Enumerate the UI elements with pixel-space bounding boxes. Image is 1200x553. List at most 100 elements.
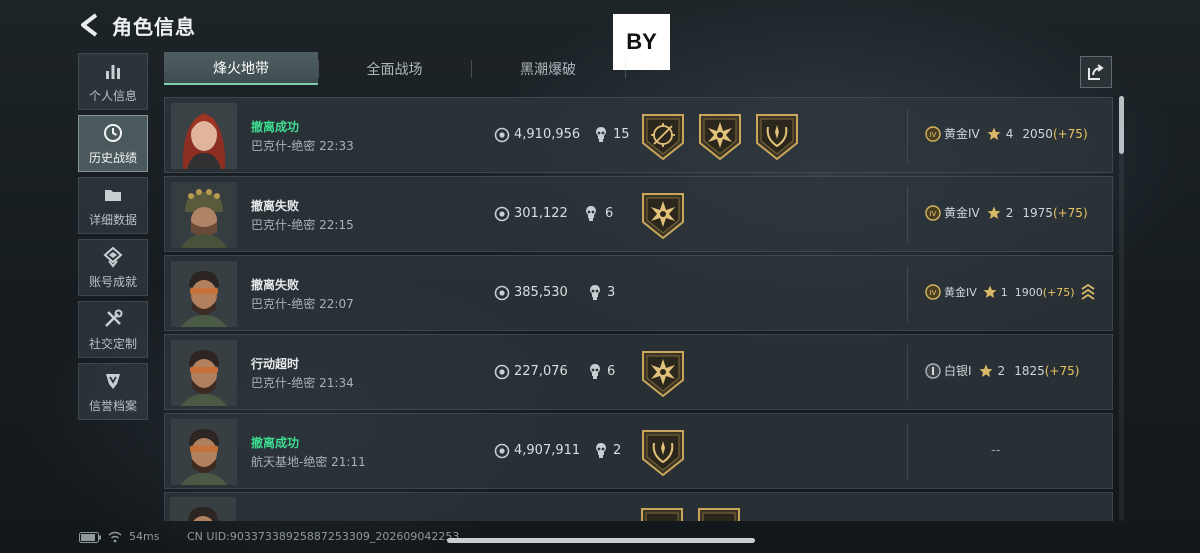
svg-text:IV: IV xyxy=(930,289,937,297)
match-row[interactable]: 撤离失败 巴克什-绝密 22:15 301,122 6 IV 黄金IV 2 19… xyxy=(164,176,1113,252)
match-map-time: 巴克什-绝密 22:15 xyxy=(251,218,354,232)
burst-badge-icon xyxy=(641,350,685,398)
match-status: 行动超时 xyxy=(251,357,300,371)
match-row[interactable]: 撤离成功 航天基地-绝密 21:11 4,907,911 2 -- xyxy=(164,413,1113,489)
tab-black-tide[interactable]: 黑潮爆破 xyxy=(471,52,625,85)
rank-info: IV 黄金IV 2 1975 (+75) xyxy=(925,204,1105,221)
avatar xyxy=(171,340,237,406)
divider xyxy=(907,345,908,401)
laurel-badge-icon xyxy=(697,507,741,521)
rank-stars: 2 xyxy=(1005,205,1014,220)
star-icon xyxy=(987,206,1001,219)
sidebar-item-personal-info[interactable]: 个人信息 xyxy=(78,53,148,110)
match-row[interactable] xyxy=(164,492,1113,521)
match-row[interactable]: 撤离失败 巴克什-绝密 22:07 385,530 3 IV 黄金IV 1 19… xyxy=(164,255,1113,331)
rank-info: IV 黄金IV 4 2050 (+75) xyxy=(925,125,1105,142)
match-map-time: 航天基地-绝密 21:11 xyxy=(251,455,366,469)
rank-stars: 4 xyxy=(1005,126,1014,141)
rank-name: 白银I xyxy=(944,364,972,378)
rank-placeholder: -- xyxy=(991,443,1001,458)
clock-icon xyxy=(104,123,122,142)
sidebar-item-label: 详细数据 xyxy=(88,212,137,227)
rank-info: 白银I 2 1825 (+75) xyxy=(925,362,1105,379)
rank-name: 黄金IV xyxy=(944,127,980,141)
match-status: 撤离成功 xyxy=(251,120,300,134)
avatar xyxy=(171,103,237,169)
folder-icon xyxy=(105,189,121,201)
divider xyxy=(907,108,908,164)
rank-stars: 2 xyxy=(997,363,1006,378)
sidebar-item-social-custom[interactable]: 社交定制 xyxy=(78,301,148,358)
match-row-clip xyxy=(164,492,1113,521)
home-indicator[interactable] xyxy=(447,538,755,543)
rank-delta: (+75) xyxy=(1042,285,1075,299)
gold-rank-icon: IV xyxy=(925,204,941,221)
match-value: 4,907,911 xyxy=(514,443,581,458)
svg-text:IV: IV xyxy=(930,210,937,218)
scrollbar-track[interactable] xyxy=(1119,96,1124,521)
ping-readout: 54ms xyxy=(129,530,160,543)
tab-divider xyxy=(625,60,626,78)
star-icon xyxy=(987,127,1001,140)
svg-text:IV: IV xyxy=(930,131,937,139)
share-button[interactable] xyxy=(1080,56,1112,88)
tab-fenghuo[interactable]: 烽火地带 xyxy=(164,52,318,85)
sidebar-item-detailed-data[interactable]: 详细数据 xyxy=(78,177,148,234)
sidebar-item-reputation[interactable]: 信誉档案 xyxy=(78,363,148,420)
match-map-time: 巴克什-绝密 22:07 xyxy=(251,297,354,311)
rank-name: 黄金IV xyxy=(944,286,977,299)
coin-icon xyxy=(494,206,510,222)
avatar xyxy=(171,182,237,248)
divider xyxy=(907,424,908,480)
match-map-time: 巴克什-绝密 21:34 xyxy=(251,376,354,390)
skull-icon xyxy=(586,206,596,221)
scrollbar-thumb[interactable] xyxy=(1119,96,1124,154)
divider xyxy=(907,266,908,322)
battery-icon xyxy=(79,532,101,543)
match-status: 撤离失败 xyxy=(251,199,300,213)
tab-full-battlefield[interactable]: 全面战场 xyxy=(318,52,471,85)
burst-badge-icon xyxy=(640,507,684,521)
skull-icon xyxy=(590,285,600,300)
skull-icon xyxy=(596,127,606,142)
silver-rank-icon xyxy=(925,362,941,379)
coin-icon xyxy=(494,443,510,459)
star-icon xyxy=(979,364,993,377)
share-icon xyxy=(1088,64,1104,80)
sidebar-item-label: 历史战绩 xyxy=(88,150,137,165)
burst-badge-icon xyxy=(641,192,685,240)
shield-icon xyxy=(106,373,120,389)
match-row[interactable]: 撤离成功 巴克什-绝密 22:33 4,910,956 15 IV 黄金IV 4… xyxy=(164,97,1113,173)
match-value: 301,122 xyxy=(514,206,568,221)
sidebar-item-match-history[interactable]: 历史战绩 xyxy=(78,115,148,172)
rank-delta: (+75) xyxy=(1044,363,1080,378)
laurel-badge-icon xyxy=(641,429,685,477)
sidebar-item-achievements[interactable]: 账号成就 xyxy=(78,239,148,296)
sidebar-item-label: 社交定制 xyxy=(88,336,137,351)
rank-delta: (+75) xyxy=(1052,205,1088,220)
coin-icon xyxy=(494,364,510,380)
divider xyxy=(907,187,908,243)
match-status: 撤离成功 xyxy=(251,436,300,450)
avatar xyxy=(171,419,237,485)
coin-icon xyxy=(494,127,510,143)
gold-rank-icon: IV xyxy=(925,125,941,142)
sidebar-item-label: 个人信息 xyxy=(88,88,137,103)
match-status: 撤离失败 xyxy=(251,278,300,292)
avatar xyxy=(171,261,237,327)
match-value: 227,076 xyxy=(514,364,568,379)
back-arrow-icon[interactable] xyxy=(78,12,100,38)
rank-delta: (+75) xyxy=(1052,126,1088,141)
wifi-icon xyxy=(108,531,122,543)
match-value: 4,910,956 xyxy=(514,127,581,142)
match-map-time: 巴克什-绝密 22:33 xyxy=(251,139,354,153)
skull-icon xyxy=(596,443,606,458)
skull-icon xyxy=(590,364,600,379)
rank-info: IV 黄金IV 1 1900 (+75) xyxy=(925,283,1105,301)
rank-score: 2050 xyxy=(1022,126,1053,141)
laurel-badge-icon xyxy=(755,113,799,161)
sidebar-item-label: 信誉档案 xyxy=(88,398,137,413)
match-kills: 15 xyxy=(613,127,630,142)
match-row[interactable]: 行动超时 巴克什-绝密 21:34 227,076 6 白银I 2 1825 (… xyxy=(164,334,1113,410)
bar-chart-icon xyxy=(106,64,120,79)
